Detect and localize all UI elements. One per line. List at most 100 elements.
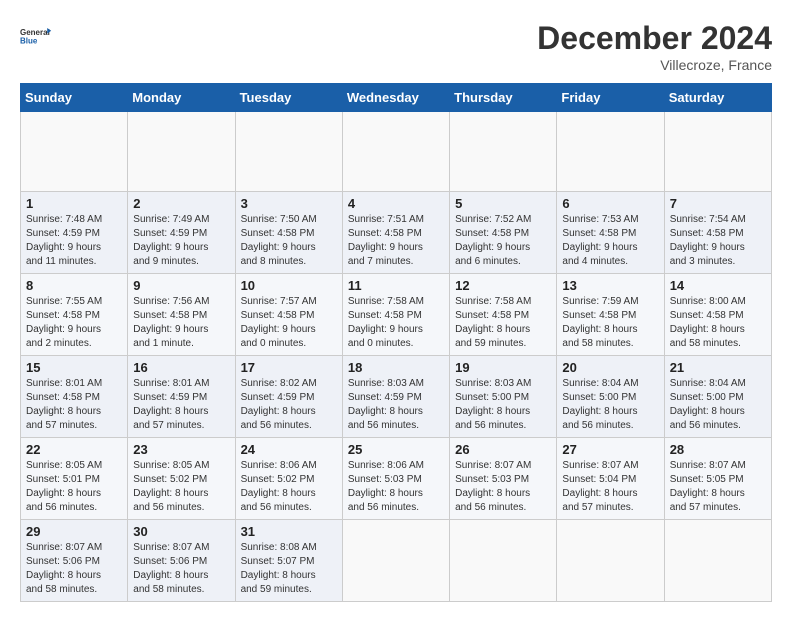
day-number: 17 bbox=[241, 360, 337, 375]
day-number: 21 bbox=[670, 360, 766, 375]
day-detail: Sunrise: 8:06 AM Sunset: 5:03 PM Dayligh… bbox=[348, 459, 444, 515]
calendar-week-row: 1Sunrise: 7:48 AM Sunset: 4:59 PM Daylig… bbox=[21, 192, 772, 274]
day-number: 31 bbox=[241, 524, 337, 539]
day-detail: Sunrise: 8:07 AM Sunset: 5:04 PM Dayligh… bbox=[562, 459, 658, 515]
day-detail: Sunrise: 7:58 AM Sunset: 4:58 PM Dayligh… bbox=[455, 295, 551, 351]
day-number: 24 bbox=[241, 442, 337, 457]
page-header: General Blue December 2024 Villecroze, F… bbox=[20, 20, 772, 73]
calendar-cell: 31 Sunrise: 8:08 AM Sunset: 5:07 PM Dayli… bbox=[235, 520, 342, 602]
day-detail: Sunrise: 8:08 AM Sunset: 5:07 PM Dayligh… bbox=[241, 541, 337, 597]
calendar-cell: 21 Sunrise: 8:04 AM Sunset: 5:00 PM Dayli… bbox=[664, 356, 771, 438]
day-number: 5 bbox=[455, 196, 551, 211]
day-detail: Sunrise: 8:07 AM Sunset: 5:06 PM Dayligh… bbox=[133, 541, 229, 597]
day-number: 25 bbox=[348, 442, 444, 457]
col-header-sunday: Sunday bbox=[21, 84, 128, 112]
day-detail: Sunrise: 8:04 AM Sunset: 5:00 PM Dayligh… bbox=[562, 377, 658, 433]
calendar-cell bbox=[664, 520, 771, 602]
calendar-cell: 9 Sunrise: 7:56 AM Sunset: 4:58 PM Daylig… bbox=[128, 274, 235, 356]
calendar-cell: 8 Sunrise: 7:55 AM Sunset: 4:58 PM Daylig… bbox=[21, 274, 128, 356]
day-number: 23 bbox=[133, 442, 229, 457]
col-header-friday: Friday bbox=[557, 84, 664, 112]
calendar-cell: 23 Sunrise: 8:05 AM Sunset: 5:02 PM Dayli… bbox=[128, 438, 235, 520]
day-detail: Sunrise: 8:07 AM Sunset: 5:03 PM Dayligh… bbox=[455, 459, 551, 515]
calendar-cell: 14Sunrise: 8:00 AM Sunset: 4:58 PM Dayli… bbox=[664, 274, 771, 356]
calendar-cell bbox=[664, 112, 771, 192]
calendar-cell: 20Sunrise: 8:04 AM Sunset: 5:00 PM Dayli… bbox=[557, 356, 664, 438]
day-detail: Sunrise: 7:55 AM Sunset: 4:58 PM Dayligh… bbox=[26, 295, 122, 351]
day-detail: Sunrise: 8:04 AM Sunset: 5:00 PM Dayligh… bbox=[670, 377, 766, 433]
calendar-cell: 30Sunrise: 8:07 AM Sunset: 5:06 PM Dayli… bbox=[128, 520, 235, 602]
calendar-cell: 4Sunrise: 7:51 AM Sunset: 4:58 PM Daylig… bbox=[342, 192, 449, 274]
title-block: December 2024 Villecroze, France bbox=[537, 20, 772, 73]
calendar-cell: 7Sunrise: 7:54 AM Sunset: 4:58 PM Daylig… bbox=[664, 192, 771, 274]
day-detail: Sunrise: 7:50 AM Sunset: 4:58 PM Dayligh… bbox=[241, 213, 337, 269]
day-number: 15 bbox=[26, 360, 122, 375]
day-number: 14 bbox=[670, 278, 766, 293]
day-detail: Sunrise: 7:53 AM Sunset: 4:58 PM Dayligh… bbox=[562, 213, 658, 269]
logo: General Blue bbox=[20, 20, 52, 52]
day-number: 19 bbox=[455, 360, 551, 375]
calendar-cell: 12Sunrise: 7:58 AM Sunset: 4:58 PM Dayli… bbox=[450, 274, 557, 356]
calendar-cell: 26 Sunrise: 8:07 AM Sunset: 5:03 PM Dayli… bbox=[450, 438, 557, 520]
day-detail: Sunrise: 7:59 AM Sunset: 4:58 PM Dayligh… bbox=[562, 295, 658, 351]
day-detail: Sunrise: 7:51 AM Sunset: 4:58 PM Dayligh… bbox=[348, 213, 444, 269]
day-detail: Sunrise: 8:03 AM Sunset: 4:59 PM Dayligh… bbox=[348, 377, 444, 433]
day-detail: Sunrise: 7:56 AM Sunset: 4:58 PM Dayligh… bbox=[133, 295, 229, 351]
svg-text:General: General bbox=[20, 28, 50, 37]
calendar-table: SundayMondayTuesdayWednesdayThursdayFrid… bbox=[20, 83, 772, 602]
calendar-cell: 25 Sunrise: 8:06 AM Sunset: 5:03 PM Dayli… bbox=[342, 438, 449, 520]
day-number: 28 bbox=[670, 442, 766, 457]
calendar-cell: 17Sunrise: 8:02 AM Sunset: 4:59 PM Dayli… bbox=[235, 356, 342, 438]
day-detail: Sunrise: 8:07 AM Sunset: 5:05 PM Dayligh… bbox=[670, 459, 766, 515]
day-detail: Sunrise: 8:05 AM Sunset: 5:01 PM Dayligh… bbox=[26, 459, 122, 515]
day-number: 6 bbox=[562, 196, 658, 211]
calendar-cell bbox=[342, 520, 449, 602]
calendar-week-row: 15 Sunrise: 8:01 AM Sunset: 4:58 PM Dayli… bbox=[21, 356, 772, 438]
calendar-cell bbox=[557, 112, 664, 192]
calendar-week-row: 8 Sunrise: 7:55 AM Sunset: 4:58 PM Daylig… bbox=[21, 274, 772, 356]
calendar-week-row: 22Sunrise: 8:05 AM Sunset: 5:01 PM Dayli… bbox=[21, 438, 772, 520]
calendar-cell: 3Sunrise: 7:50 AM Sunset: 4:58 PM Daylig… bbox=[235, 192, 342, 274]
location-subtitle: Villecroze, France bbox=[537, 57, 772, 73]
day-number: 9 bbox=[133, 278, 229, 293]
calendar-cell: 16Sunrise: 8:01 AM Sunset: 4:59 PM Dayli… bbox=[128, 356, 235, 438]
day-detail: Sunrise: 7:49 AM Sunset: 4:59 PM Dayligh… bbox=[133, 213, 229, 269]
calendar-cell bbox=[342, 112, 449, 192]
calendar-cell: 18 Sunrise: 8:03 AM Sunset: 4:59 PM Dayli… bbox=[342, 356, 449, 438]
day-number: 26 bbox=[455, 442, 551, 457]
col-header-wednesday: Wednesday bbox=[342, 84, 449, 112]
calendar-week-row bbox=[21, 112, 772, 192]
day-detail: Sunrise: 7:48 AM Sunset: 4:59 PM Dayligh… bbox=[26, 213, 122, 269]
day-detail: Sunrise: 8:01 AM Sunset: 4:58 PM Dayligh… bbox=[26, 377, 122, 433]
day-number: 27 bbox=[562, 442, 658, 457]
calendar-cell: 22Sunrise: 8:05 AM Sunset: 5:01 PM Dayli… bbox=[21, 438, 128, 520]
day-detail: Sunrise: 8:05 AM Sunset: 5:02 PM Dayligh… bbox=[133, 459, 229, 515]
day-number: 13 bbox=[562, 278, 658, 293]
calendar-cell: 19 Sunrise: 8:03 AM Sunset: 5:00 PM Dayli… bbox=[450, 356, 557, 438]
day-detail: Sunrise: 8:06 AM Sunset: 5:02 PM Dayligh… bbox=[241, 459, 337, 515]
day-number: 16 bbox=[133, 360, 229, 375]
calendar-cell: 28 Sunrise: 8:07 AM Sunset: 5:05 PM Dayli… bbox=[664, 438, 771, 520]
day-number: 18 bbox=[348, 360, 444, 375]
calendar-cell: 11Sunrise: 7:58 AM Sunset: 4:58 PM Dayli… bbox=[342, 274, 449, 356]
calendar-header-row: SundayMondayTuesdayWednesdayThursdayFrid… bbox=[21, 84, 772, 112]
day-detail: Sunrise: 7:57 AM Sunset: 4:58 PM Dayligh… bbox=[241, 295, 337, 351]
day-detail: Sunrise: 7:58 AM Sunset: 4:58 PM Dayligh… bbox=[348, 295, 444, 351]
calendar-cell: 13 Sunrise: 7:59 AM Sunset: 4:58 PM Dayli… bbox=[557, 274, 664, 356]
day-number: 2 bbox=[133, 196, 229, 211]
calendar-cell bbox=[450, 520, 557, 602]
month-title: December 2024 bbox=[537, 20, 772, 57]
day-number: 8 bbox=[26, 278, 122, 293]
calendar-cell bbox=[21, 112, 128, 192]
calendar-cell: 2 Sunrise: 7:49 AM Sunset: 4:59 PM Daylig… bbox=[128, 192, 235, 274]
svg-text:Blue: Blue bbox=[20, 37, 38, 46]
logo-svg: General Blue bbox=[20, 20, 52, 52]
calendar-cell: 24 Sunrise: 8:06 AM Sunset: 5:02 PM Dayli… bbox=[235, 438, 342, 520]
day-detail: Sunrise: 8:03 AM Sunset: 5:00 PM Dayligh… bbox=[455, 377, 551, 433]
calendar-cell: 27 Sunrise: 8:07 AM Sunset: 5:04 PM Dayli… bbox=[557, 438, 664, 520]
day-detail: Sunrise: 8:07 AM Sunset: 5:06 PM Dayligh… bbox=[26, 541, 122, 597]
calendar-cell bbox=[557, 520, 664, 602]
calendar-cell: 10Sunrise: 7:57 AM Sunset: 4:58 PM Dayli… bbox=[235, 274, 342, 356]
calendar-cell: 1Sunrise: 7:48 AM Sunset: 4:59 PM Daylig… bbox=[21, 192, 128, 274]
day-detail: Sunrise: 7:54 AM Sunset: 4:58 PM Dayligh… bbox=[670, 213, 766, 269]
